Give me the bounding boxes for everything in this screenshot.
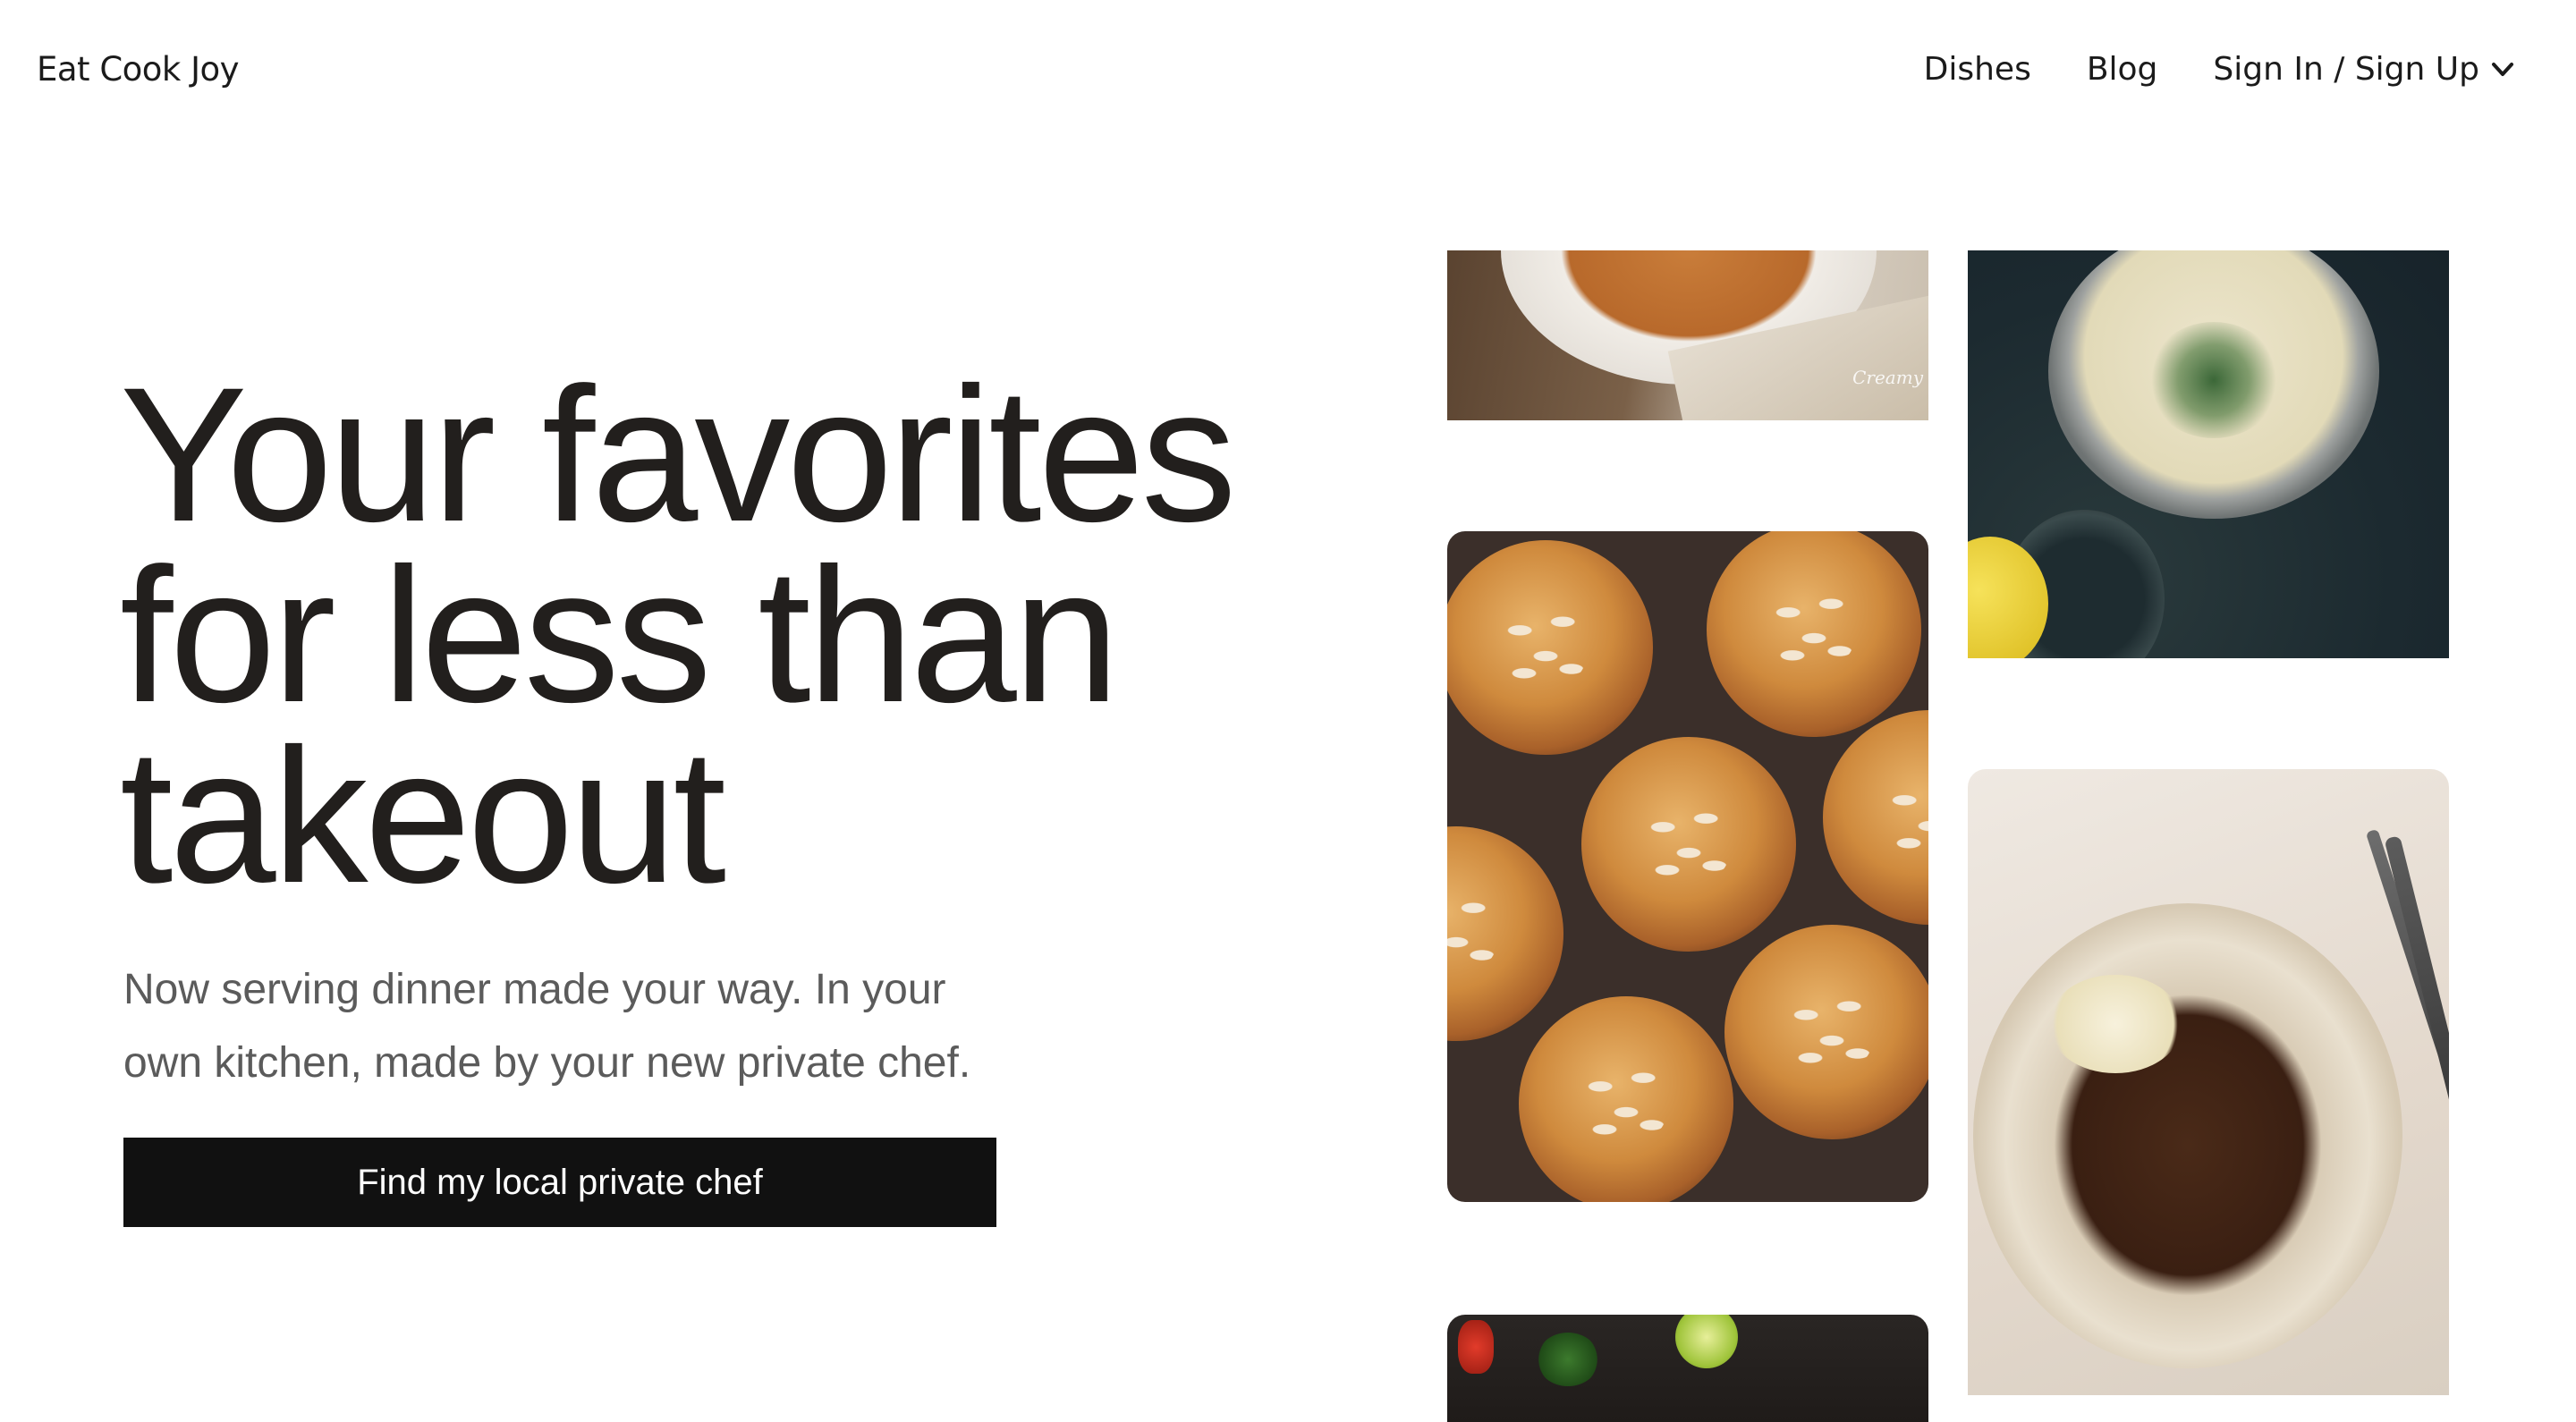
photo-watermark: Creamy xyxy=(1852,367,1923,388)
herb-leaf-shape xyxy=(1537,1333,1599,1386)
dill-shape xyxy=(2147,322,2281,438)
muffin-shape xyxy=(1724,925,1928,1139)
photo-dill-soup xyxy=(1968,250,2449,658)
lime-shape xyxy=(1675,1315,1738,1368)
plate-shape xyxy=(1973,903,2402,1368)
mashed-potato-shape xyxy=(2048,975,2182,1073)
muffin-shape xyxy=(1447,540,1653,755)
nav-account-dropdown[interactable]: Sign In / Sign Up xyxy=(2213,47,2515,93)
nav-link-blog[interactable]: Blog xyxy=(2087,47,2158,93)
photo-board-lime xyxy=(1447,1315,1928,1422)
site-logo[interactable]: Eat Cook Joy xyxy=(37,47,240,93)
main-nav: Dishes Blog Sign In / Sign Up xyxy=(1924,47,2515,93)
muffin-shape xyxy=(1447,826,1563,1041)
muffin-shape xyxy=(1823,710,1928,925)
hero-title: Your favorites for less than takeout xyxy=(120,348,1237,923)
muffin-shape xyxy=(1519,996,1733,1202)
photo-creamy-dish: Creamy xyxy=(1447,250,1928,420)
photo-meatballs xyxy=(1968,769,2449,1395)
chevron-down-icon xyxy=(2492,63,2513,76)
hero-subtitle: Now serving dinner made your way. In you… xyxy=(123,966,971,1087)
nav-account-label: Sign In / Sign Up xyxy=(2213,51,2479,88)
photo-almond-muffins xyxy=(1447,531,1928,1202)
site-header: Eat Cook Joy Dishes Blog Sign In / Sign … xyxy=(0,0,2576,143)
nav-link-dishes[interactable]: Dishes xyxy=(1924,47,2031,93)
find-chef-button[interactable]: Find my local private chef xyxy=(123,1138,996,1227)
muffin-shape xyxy=(1581,737,1796,952)
muffin-shape xyxy=(1707,531,1921,737)
chili-shape xyxy=(1458,1320,1494,1374)
